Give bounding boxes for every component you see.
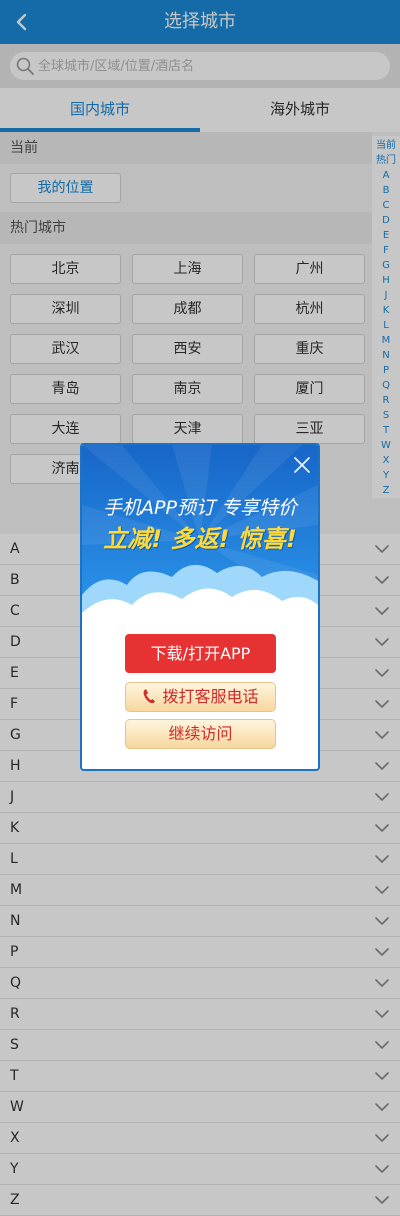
call-service-label: 拨打客服电话 bbox=[162, 687, 259, 706]
close-button[interactable] bbox=[290, 453, 314, 477]
download-app-button[interactable]: 下载/打开APP bbox=[125, 634, 276, 673]
close-icon bbox=[294, 457, 310, 473]
continue-visit-button[interactable]: 继续访问 bbox=[125, 719, 276, 749]
call-service-button[interactable]: 拨打客服电话 bbox=[125, 682, 276, 712]
promo-slogan: 立减! 多返! 惊喜! bbox=[103, 525, 297, 553]
phone-icon bbox=[144, 689, 156, 704]
promo-headline: 手机APP预订 专享特价 bbox=[103, 497, 297, 519]
promo-popup: 手机APP预订 专享特价 立减! 多返! 惊喜! 下载/打开APP 拨打客服电话… bbox=[80, 443, 320, 771]
